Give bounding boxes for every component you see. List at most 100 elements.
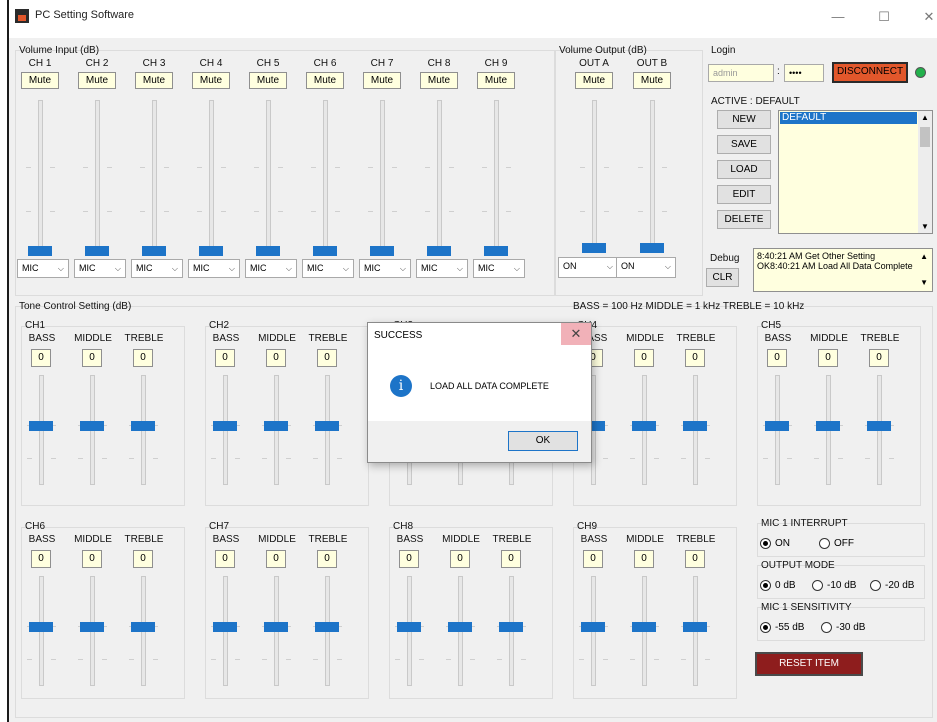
slider-thumb[interactable]	[131, 622, 155, 632]
radio-button[interactable]	[760, 580, 771, 591]
slider-thumb[interactable]	[640, 243, 664, 253]
tone-value-field[interactable]: 0	[767, 349, 787, 367]
slider-thumb[interactable]	[582, 243, 606, 253]
tone-value-field[interactable]: 0	[317, 349, 337, 367]
slider-thumb[interactable]	[29, 421, 53, 431]
mute-button[interactable]: Mute	[477, 72, 515, 89]
tone-value-field[interactable]: 0	[501, 550, 521, 568]
radio-button[interactable]	[760, 622, 771, 633]
chevron-down-icon[interactable]: ⌵	[172, 260, 178, 277]
tone-value-field[interactable]: 0	[266, 550, 286, 568]
preset-list-item[interactable]: DEFAULT	[780, 112, 917, 124]
slider-thumb[interactable]	[213, 622, 237, 632]
tone-value-field[interactable]: 0	[869, 349, 889, 367]
output-state-select[interactable]: ON ⌵	[558, 257, 618, 278]
slider-thumb[interactable]	[142, 246, 166, 256]
slider-thumb[interactable]	[816, 421, 840, 431]
chevron-down-icon[interactable]: ⌵	[115, 260, 121, 277]
tone-value-field[interactable]: 0	[818, 349, 838, 367]
slider-thumb[interactable]	[28, 246, 52, 256]
slider-thumb[interactable]	[313, 246, 337, 256]
tone-value-field[interactable]: 0	[399, 550, 419, 568]
slider-thumb[interactable]	[427, 246, 451, 256]
mute-button[interactable]: Mute	[135, 72, 173, 89]
mute-button[interactable]: Mute	[192, 72, 230, 89]
volume-slider-track[interactable]	[38, 100, 43, 248]
volume-slider-track[interactable]	[380, 100, 385, 248]
slider-thumb[interactable]	[765, 421, 789, 431]
chevron-down-icon[interactable]: ⌵	[457, 260, 463, 277]
slider-thumb[interactable]	[448, 622, 472, 632]
chevron-down-icon[interactable]: ⌵	[607, 258, 613, 275]
tone-value-field[interactable]: 0	[317, 550, 337, 568]
chevron-down-icon[interactable]: ⌵	[665, 258, 671, 275]
clear-log-button[interactable]: CLR	[706, 268, 739, 287]
input-source-select[interactable]: MIC ⌵	[17, 259, 69, 278]
tone-value-field[interactable]: 0	[685, 349, 705, 367]
slider-thumb[interactable]	[264, 622, 288, 632]
input-source-select[interactable]: MIC ⌵	[473, 259, 525, 278]
volume-slider-track[interactable]	[323, 100, 328, 248]
tone-value-field[interactable]: 0	[82, 550, 102, 568]
reset-item-button[interactable]: RESET ITEM	[755, 652, 863, 676]
slider-thumb[interactable]	[85, 246, 109, 256]
output-mute-button[interactable]: Mute	[575, 72, 613, 89]
chevron-down-icon[interactable]: ⌵	[286, 260, 292, 277]
slider-thumb[interactable]	[213, 421, 237, 431]
input-source-select[interactable]: MIC ⌵	[188, 259, 240, 278]
slider-thumb[interactable]	[80, 421, 104, 431]
tone-value-field[interactable]: 0	[685, 550, 705, 568]
slider-thumb[interactable]	[499, 622, 523, 632]
volume-slider-track[interactable]	[209, 100, 214, 248]
chevron-down-icon[interactable]: ⌵	[400, 260, 406, 277]
chevron-down-icon[interactable]: ⌵	[514, 260, 520, 277]
volume-slider-track[interactable]	[437, 100, 442, 248]
tone-value-field[interactable]: 0	[450, 550, 470, 568]
volume-slider-track[interactable]	[266, 100, 271, 248]
tone-value-field[interactable]: 0	[215, 550, 235, 568]
slider-thumb[interactable]	[397, 622, 421, 632]
output-mute-button[interactable]: Mute	[633, 72, 671, 89]
mute-button[interactable]: Mute	[78, 72, 116, 89]
input-source-select[interactable]: MIC ⌵	[302, 259, 354, 278]
dialog-ok-button[interactable]: OK	[508, 431, 578, 451]
scroll-up-icon[interactable]: ▲	[921, 113, 929, 122]
password-field[interactable]: ••••	[784, 64, 824, 82]
slider-thumb[interactable]	[315, 421, 339, 431]
volume-slider-track[interactable]	[592, 100, 597, 248]
minimize-button[interactable]: —	[815, 6, 861, 28]
radio-button[interactable]	[819, 538, 830, 549]
slider-thumb[interactable]	[80, 622, 104, 632]
disconnect-button[interactable]: DISCONNECT	[832, 62, 908, 83]
radio-button[interactable]	[821, 622, 832, 633]
mute-button[interactable]: Mute	[363, 72, 401, 89]
input-source-select[interactable]: MIC ⌵	[131, 259, 183, 278]
close-window-button[interactable]: ✕	[906, 6, 937, 28]
scroll-down-icon[interactable]: ▼	[921, 222, 929, 231]
mute-button[interactable]: Mute	[420, 72, 458, 89]
slider-thumb[interactable]	[256, 246, 280, 256]
radio-button[interactable]	[760, 538, 771, 549]
radio-button[interactable]	[812, 580, 823, 591]
slider-thumb[interactable]	[683, 421, 707, 431]
slider-thumb[interactable]	[683, 622, 707, 632]
chevron-down-icon[interactable]: ⌵	[343, 260, 349, 277]
slider-thumb[interactable]	[29, 622, 53, 632]
volume-slider-track[interactable]	[152, 100, 157, 248]
username-field[interactable]: admin	[708, 64, 774, 82]
slider-thumb[interactable]	[370, 246, 394, 256]
preset-save-button[interactable]: SAVE	[717, 135, 771, 154]
chevron-down-icon[interactable]: ⌵	[58, 260, 64, 277]
scrollbar-thumb[interactable]	[920, 127, 930, 147]
input-source-select[interactable]: MIC ⌵	[245, 259, 297, 278]
tone-value-field[interactable]: 0	[31, 550, 51, 568]
preset-delete-button[interactable]: DELETE	[717, 210, 771, 229]
volume-slider-track[interactable]	[95, 100, 100, 248]
tone-value-field[interactable]: 0	[133, 550, 153, 568]
slider-thumb[interactable]	[632, 421, 656, 431]
mute-button[interactable]: Mute	[306, 72, 344, 89]
maximize-button[interactable]: ☐	[861, 6, 907, 28]
slider-thumb[interactable]	[632, 622, 656, 632]
preset-edit-button[interactable]: EDIT	[717, 185, 771, 204]
tone-value-field[interactable]: 0	[133, 349, 153, 367]
